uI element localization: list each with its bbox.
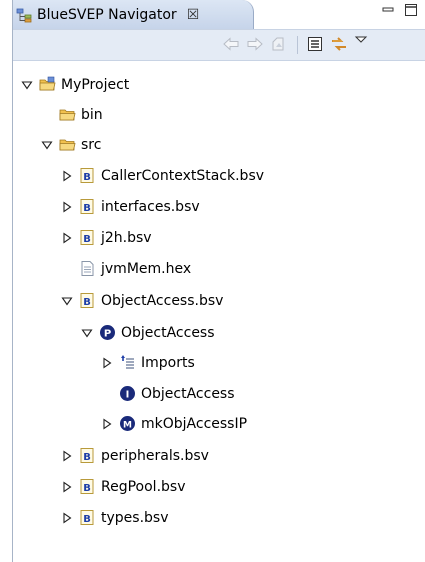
bsv-file-icon: B	[79, 167, 96, 184]
expanded-twisty-icon[interactable]	[41, 139, 53, 151]
navigator-view: BlueSVEP Navigator ☒ MyProject bin src B…	[12, 0, 425, 562]
tree-item-label: types.bsv	[101, 509, 169, 526]
bsv-file-icon: B	[79, 198, 96, 215]
view-title-bar: BlueSVEP Navigator ☒	[13, 0, 425, 29]
back-arrow-icon[interactable]	[221, 34, 241, 54]
tree-item-label: peripherals.bsv	[101, 447, 209, 464]
interface-i-icon: I	[119, 385, 136, 402]
navigator-tree: MyProject bin src B CallerContextStack.bsv Bi…	[13, 60, 425, 560]
tree-item-label: RegPool.bsv	[101, 478, 186, 495]
tree-item[interactable]: Binterfaces.bsv	[61, 191, 200, 222]
tree-item-label: mkObjAccessIP	[141, 415, 248, 432]
collapsed-twisty-icon[interactable]	[61, 480, 73, 493]
project-folder-icon	[39, 76, 56, 93]
collapsed-twisty-icon[interactable]	[61, 511, 73, 524]
collapsed-twisty-icon[interactable]	[101, 356, 113, 369]
bsv-file-icon: B	[79, 478, 96, 495]
view-title: BlueSVEP Navigator	[37, 6, 177, 23]
tree-item-label: ObjectAccess.bsv	[101, 292, 224, 309]
expanded-twisty-icon[interactable]	[81, 327, 93, 339]
tree-item-label: src	[81, 136, 102, 153]
tree-item-label: j2h.bsv	[101, 229, 152, 246]
folder-icon	[59, 136, 76, 153]
link-editor-icon[interactable]	[329, 34, 349, 54]
minimize-button[interactable]	[381, 3, 395, 21]
expanded-twisty-icon[interactable]	[21, 79, 33, 91]
forward-arrow-icon[interactable]	[245, 34, 265, 54]
tree-item[interactable]: MmkObjAccessIP	[101, 408, 247, 439]
tree-item[interactable]: B ObjectAccess.bsv	[61, 285, 223, 316]
svg-text:B: B	[83, 297, 91, 308]
svg-text:M: M	[123, 421, 132, 431]
tree-item-label: Imports	[141, 354, 195, 371]
folder-icon	[59, 106, 76, 123]
tab-bluesvep-navigator[interactable]: BlueSVEP Navigator ☒	[13, 0, 254, 29]
svg-text:B: B	[83, 483, 91, 494]
navigator-icon	[16, 6, 34, 24]
collapsed-twisty-icon[interactable]	[61, 200, 73, 213]
tree-item[interactable]: src	[41, 129, 101, 160]
svg-text:B: B	[83, 203, 91, 214]
tree-item[interactable]: Btypes.bsv	[61, 502, 168, 533]
svg-text:B: B	[83, 172, 91, 183]
text-file-icon	[79, 260, 96, 277]
tree-item[interactable]: Bperipherals.bsv	[61, 440, 209, 471]
svg-text:P: P	[104, 329, 111, 340]
tree-item-label: bin	[81, 106, 103, 123]
tree-item[interactable]: P ObjectAccess	[81, 317, 215, 348]
expanded-twisty-icon[interactable]	[61, 295, 73, 307]
tree-item[interactable]: Imports	[101, 347, 195, 378]
collapse-all-icon[interactable]	[305, 34, 325, 54]
toolbar-separator	[297, 36, 298, 54]
tree-item-label: CallerContextStack.bsv	[101, 167, 265, 184]
collapsed-twisty-icon[interactable]	[61, 449, 73, 462]
tree-item-label: jvmMem.hex	[101, 260, 192, 277]
bsv-file-icon: B	[79, 292, 96, 309]
svg-text:B: B	[83, 234, 91, 245]
maximize-button[interactable]	[404, 3, 418, 21]
tree-item[interactable]: bin	[41, 99, 103, 130]
tree-item-label: MyProject	[61, 76, 130, 93]
module-m-icon: M	[119, 415, 136, 432]
tree-item[interactable]: MyProject	[21, 69, 129, 100]
tree-item[interactable]: B RegPool.bsv	[61, 471, 185, 502]
collapsed-twisty-icon[interactable]	[61, 169, 73, 182]
view-menu-icon[interactable]	[351, 30, 371, 50]
home-icon[interactable]	[269, 34, 289, 54]
tree-item[interactable]: Bj2h.bsv	[61, 222, 152, 253]
tree-item-label: ObjectAccess	[121, 324, 215, 341]
tree-item[interactable]: jvmMem.hex	[61, 253, 191, 284]
svg-text:B: B	[83, 514, 91, 525]
bsv-file-icon: B	[79, 229, 96, 246]
tree-item-label: ObjectAccess	[141, 385, 235, 402]
tree-item[interactable]: B CallerContextStack.bsv	[61, 160, 264, 191]
bsv-file-icon: B	[79, 509, 96, 526]
close-view-button[interactable]: ☒	[187, 7, 200, 23]
bsv-file-icon: B	[79, 447, 96, 464]
view-toolbar	[13, 29, 425, 61]
package-p-icon: P	[99, 324, 116, 341]
collapsed-twisty-icon[interactable]	[61, 231, 73, 244]
svg-text:B: B	[83, 452, 91, 463]
tree-item[interactable]: I ObjectAccess	[101, 378, 235, 409]
imports-icon	[119, 354, 136, 371]
tree-item-label: interfaces.bsv	[101, 198, 200, 215]
svg-text:I: I	[126, 390, 130, 401]
collapsed-twisty-icon[interactable]	[101, 417, 113, 430]
